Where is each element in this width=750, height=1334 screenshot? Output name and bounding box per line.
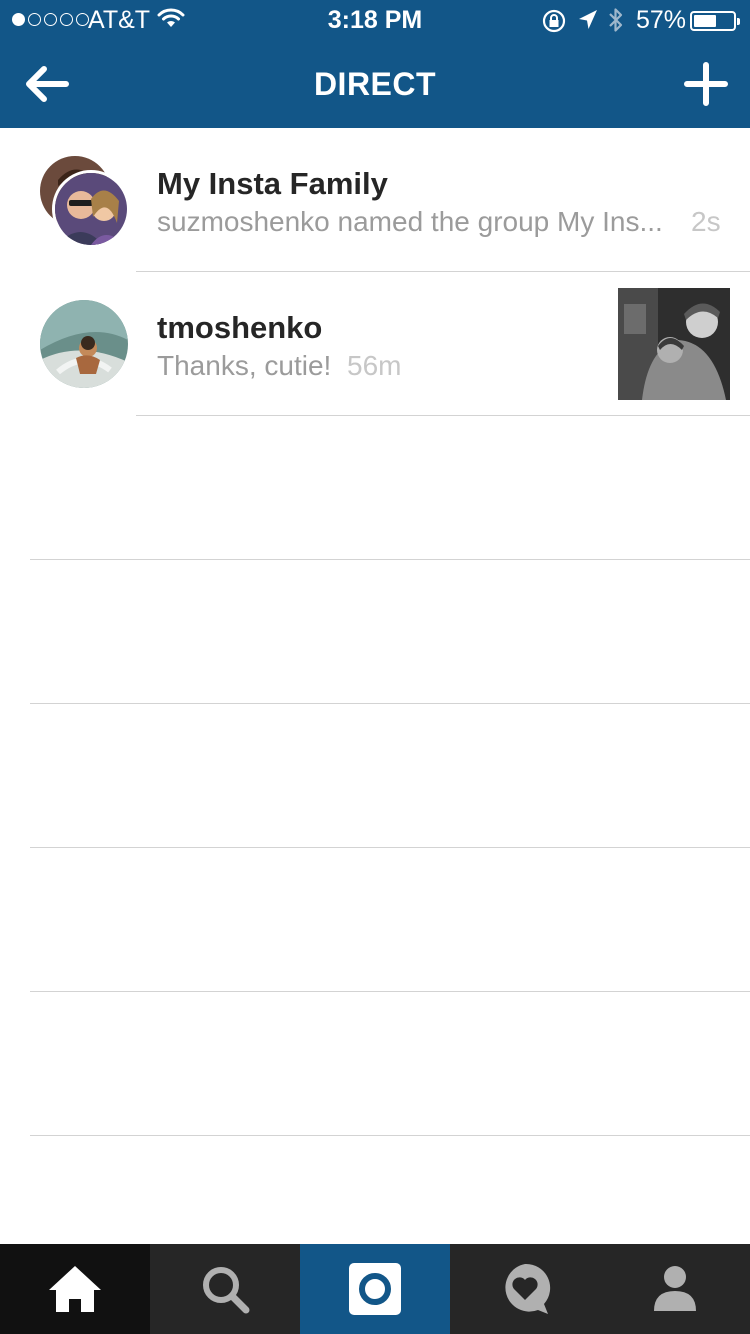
search-icon	[203, 1267, 250, 1314]
empty-row-divider	[30, 991, 750, 992]
page-title: DIRECT	[313, 66, 437, 102]
thread-time: 2s	[691, 206, 721, 237]
new-message-button[interactable]	[684, 62, 728, 106]
thread-name: tmoshenko	[157, 310, 323, 345]
empty-row-divider	[30, 847, 750, 848]
activity-heart-icon	[505, 1263, 551, 1314]
media-thumbnail[interactable]	[618, 288, 730, 400]
bluetooth-icon	[606, 6, 626, 41]
thread-time: 56m	[347, 350, 402, 381]
thread-preview: Thanks, cutie!	[157, 350, 332, 381]
empty-row-divider	[30, 559, 750, 560]
row-divider	[136, 415, 750, 416]
empty-row-divider	[30, 703, 750, 704]
thread-row-tmoshenko[interactable]: tmoshenko Thanks, cutie! 56m	[0, 272, 750, 416]
user-avatar	[40, 300, 128, 388]
battery-icon	[690, 11, 740, 31]
location-arrow-icon	[577, 8, 599, 39]
tab-camera[interactable]	[300, 1244, 450, 1334]
plus-icon	[684, 62, 728, 106]
tab-search[interactable]	[150, 1244, 300, 1334]
orientation-lock-icon	[541, 8, 567, 41]
tab-profile[interactable]	[600, 1244, 750, 1334]
thread-preview: suzmoshenko named the group My Ins...	[157, 206, 663, 237]
camera-icon	[349, 1263, 401, 1315]
thread-name: My Insta Family	[157, 166, 388, 201]
home-icon	[49, 1266, 101, 1312]
tab-bar	[0, 1244, 750, 1334]
tab-home[interactable]	[0, 1244, 150, 1334]
top-bar: AT&T 3:18 PM 57% DIRECT	[0, 0, 750, 128]
battery-fill	[694, 15, 716, 27]
thread-row-group[interactable]: My Insta Family suzmoshenko named the gr…	[0, 128, 750, 272]
tab-activity[interactable]	[450, 1244, 600, 1334]
group-avatar-front	[52, 170, 130, 248]
profile-icon	[654, 1266, 696, 1311]
status-bar: AT&T 3:18 PM 57%	[0, 0, 750, 40]
battery-percent: 57%	[636, 6, 687, 34]
empty-row-divider	[30, 1135, 750, 1136]
